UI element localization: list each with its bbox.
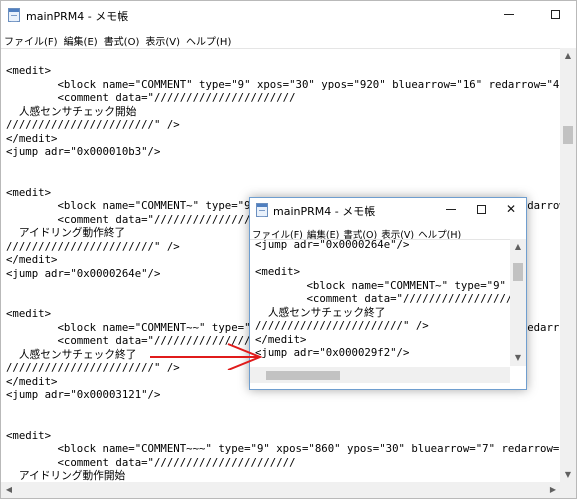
notepad-icon [8, 8, 20, 22]
maximize-button[interactable] [532, 1, 577, 30]
maximize-icon [550, 9, 560, 19]
scroll-thumb[interactable] [563, 126, 573, 144]
horizontal-scrollbar[interactable] [250, 367, 510, 383]
scroll-up-icon[interactable]: ▲ [510, 239, 526, 255]
notepad-child-window: mainPRM4 - メモ帳 ✕ ファイル(F) 編集(E) 書式(O) 表示(V) ヘ… [249, 197, 527, 390]
scroll-down-icon[interactable]: ▼ [510, 350, 526, 366]
vertical-scrollbar[interactable]: ▲ ▼ [510, 239, 526, 366]
minimize-icon [504, 13, 514, 15]
scroll-thumb-horizontal[interactable] [266, 371, 340, 380]
title-bar[interactable]: mainPRM4 - メモ帳 ✕ [250, 198, 526, 223]
maximize-icon [476, 205, 486, 214]
title-bar[interactable]: mainPRM4 - メモ帳 [1, 1, 576, 30]
minimize-icon [446, 209, 456, 210]
scroll-right-icon[interactable]: ▶ [545, 482, 561, 498]
scroll-down-icon[interactable]: ▼ [560, 467, 576, 483]
scroll-up-icon[interactable]: ▲ [560, 48, 576, 64]
scroll-thumb[interactable] [513, 263, 523, 281]
menu-bar: ファイル(F) 編集(E) 書式(O) 表示(V) ヘルプ(H) [1, 30, 576, 48]
close-button[interactable]: ✕ [496, 198, 526, 223]
red-arrow-icon [150, 343, 263, 370]
maximize-button[interactable] [466, 198, 496, 223]
text-editor[interactable]: <jump adr="0x0000264e"/> <medit> <block … [250, 239, 510, 367]
editor-content: <jump adr="0x0000264e"/> <medit> <block … [255, 239, 510, 359]
scroll-left-icon[interactable]: ◀ [1, 482, 17, 498]
window-title: mainPRM4 - メモ帳 [273, 205, 376, 218]
resize-grip[interactable] [560, 482, 576, 498]
window-title: mainPRM4 - メモ帳 [26, 10, 129, 23]
horizontal-scrollbar[interactable]: ◀ ▶ [1, 482, 561, 498]
menu-bar: ファイル(F) 編集(E) 書式(O) 表示(V) ヘルプ(H) [250, 223, 526, 241]
vertical-scrollbar[interactable]: ▲ ▼ [560, 48, 576, 483]
minimize-button[interactable] [436, 198, 466, 223]
minimize-button[interactable] [486, 1, 532, 30]
notepad-icon [256, 203, 268, 217]
close-icon: ✕ [505, 202, 517, 216]
